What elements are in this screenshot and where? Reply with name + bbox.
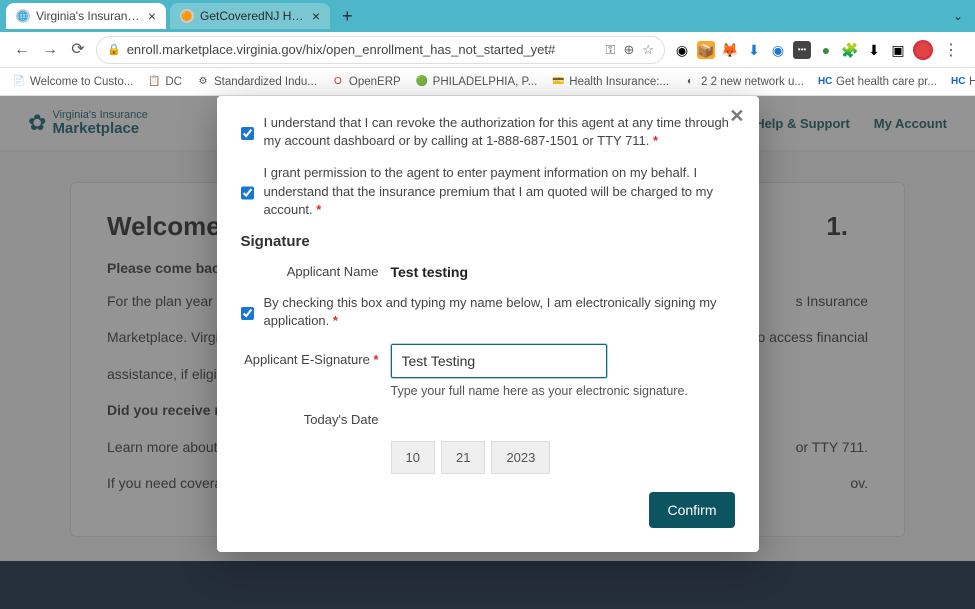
extensions-menu-icon[interactable]: 🧩: [841, 41, 859, 59]
consent-esign-checkbox[interactable]: [241, 297, 254, 330]
signature-heading: Signature: [241, 233, 735, 250]
bookmark-item[interactable]: HCHow can I see pla...: [951, 75, 975, 89]
url-bar[interactable]: 🔒 enroll.marketplace.virginia.gov/hix/op…: [96, 36, 665, 64]
date-month: 10: [391, 441, 435, 474]
tab-close-icon[interactable]: ×: [148, 9, 156, 23]
download-icon[interactable]: ⬇: [865, 41, 883, 59]
extension-icons: ◉ 📦 🦊 ⬇ ◉ ••• ● 🧩 ⬇ ▣ ⋮: [673, 40, 963, 60]
applicant-name-value: Test testing: [391, 264, 469, 280]
bookmark-item[interactable]: 💳Health Insurance:...: [551, 75, 669, 89]
consent-revoke-text: I understand that I can revoke the autho…: [264, 114, 735, 150]
consent-payment-checkbox[interactable]: [241, 167, 254, 219]
panel-icon[interactable]: ▣: [889, 41, 907, 59]
extension-icon[interactable]: ◉: [769, 41, 787, 59]
browser-tab-active[interactable]: 🌐 Virginia's Insurance Marketpla ×: [6, 3, 166, 29]
page-viewport: ✿ Virginia's Insurance Marketplace Españ…: [0, 96, 975, 609]
modal-overlay: ✕ I understand that I can revoke the aut…: [0, 96, 975, 609]
close-icon[interactable]: ✕: [729, 106, 744, 127]
tab-bar: 🌐 Virginia's Insurance Marketpla × 🟠 Get…: [0, 0, 975, 32]
bookmark-item[interactable]: HCGet health care pr...: [818, 75, 937, 89]
extension-icon[interactable]: ●: [817, 41, 835, 59]
bookmark-outline-icon[interactable]: ⊕: [623, 42, 634, 58]
bookmark-item[interactable]: 🟢PHILADELPHIA, P...: [415, 75, 538, 89]
bookmarks-bar: 📄Welcome to Custo... 📋DC ⚙Standardized I…: [0, 68, 975, 96]
consent-esign-text: By checking this box and typing my name …: [264, 294, 735, 330]
tab-favicon: 🌐: [16, 9, 30, 23]
bookmark-item[interactable]: OOpenERP: [331, 75, 401, 89]
star-icon[interactable]: ☆: [642, 42, 654, 58]
reload-button[interactable]: ⟳: [68, 40, 88, 60]
forward-button[interactable]: →: [40, 40, 60, 60]
extension-icon[interactable]: •••: [793, 41, 811, 59]
date-year: 2023: [491, 441, 550, 474]
url-text: enroll.marketplace.virginia.gov/hix/open…: [127, 42, 600, 57]
esign-input[interactable]: [391, 344, 607, 378]
bookmark-item[interactable]: 📄Welcome to Custo...: [12, 75, 133, 89]
key-icon[interactable]: ⚿: [606, 42, 616, 58]
bookmark-item[interactable]: ⚙Standardized Indu...: [196, 75, 317, 89]
new-tab-button[interactable]: +: [334, 6, 361, 27]
browser-tab[interactable]: 🟠 GetCoveredNJ Help ×: [170, 3, 330, 29]
extension-icon[interactable]: ⬇: [745, 41, 763, 59]
bookmark-item[interactable]: ◐2 2 new network u...: [683, 75, 804, 89]
extension-icon[interactable]: 🦊: [721, 41, 739, 59]
tab-title: Virginia's Insurance Marketpla: [36, 9, 142, 23]
browser-toolbar: ← → ⟳ 🔒 enroll.marketplace.virginia.gov/…: [0, 32, 975, 68]
bookmark-item[interactable]: 📋DC: [147, 75, 182, 89]
esign-hint: Type your full name here as your electro…: [391, 384, 688, 398]
extension-icon[interactable]: ◉: [673, 41, 691, 59]
back-button[interactable]: ←: [12, 40, 32, 60]
confirm-button[interactable]: Confirm: [649, 492, 734, 528]
date-label: Today's Date: [241, 412, 391, 427]
tab-title: GetCoveredNJ Help: [200, 9, 306, 23]
applicant-name-label: Applicant Name: [241, 264, 391, 279]
date-display: 10 21 2023: [391, 441, 735, 474]
tab-favicon: 🟠: [180, 9, 194, 23]
chevron-down-icon[interactable]: ⌄: [941, 9, 975, 23]
consent-payment-text: I grant permission to the agent to enter…: [264, 164, 735, 219]
tab-close-icon[interactable]: ×: [312, 9, 320, 23]
browser-menu-icon[interactable]: ⋮: [939, 40, 963, 60]
extension-icon[interactable]: 📦: [697, 41, 715, 59]
browser-chrome: 🌐 Virginia's Insurance Marketpla × 🟠 Get…: [0, 0, 975, 96]
consent-revoke-checkbox[interactable]: [241, 117, 254, 150]
esign-label: Applicant E-Signature *: [241, 344, 391, 367]
agent-authorization-modal: ✕ I understand that I can revoke the aut…: [217, 96, 759, 552]
profile-avatar[interactable]: [913, 40, 933, 60]
lock-icon: 🔒: [107, 43, 121, 56]
date-day: 21: [441, 441, 485, 474]
